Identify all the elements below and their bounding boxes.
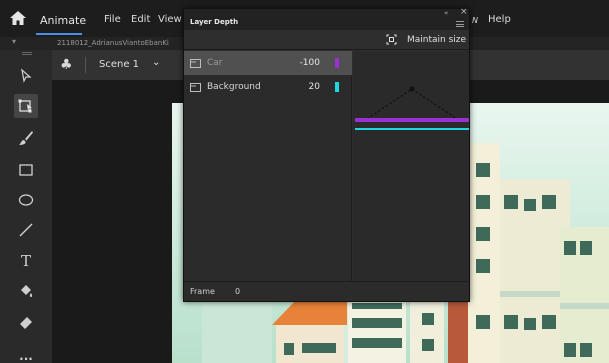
home-icon[interactable] [10,11,26,25]
frame-label: Frame [190,287,215,296]
text-icon[interactable]: T [14,249,38,273]
collapse-icon[interactable]: ▾ [12,37,16,46]
rectangle-icon[interactable] [14,158,38,182]
panel-toolbar: Maintain size [184,30,469,50]
frame-value: 0 [235,287,241,296]
symbol-edit-icon[interactable]: ♣ [60,57,73,73]
menu-view[interactable]: View [158,14,182,25]
brush-icon[interactable] [14,126,38,150]
menu-partial-glyph[interactable]: N [472,16,478,25]
scene-bar-divider [85,57,86,73]
oval-icon[interactable] [14,188,38,212]
chevron-down-icon[interactable]: ⌄ [152,57,160,68]
panel-title-bar[interactable]: Layer Depth « × [184,7,469,30]
layer-row-background[interactable]: Background 20 [184,75,352,99]
app-name[interactable]: Animate [40,14,86,27]
layer-depth-value[interactable]: -100 [284,58,320,68]
layer-color-swatch [335,58,339,68]
panel-title: Layer Depth [190,18,239,26]
layer-list: Car -100 Background 20 [184,51,352,281]
panel-grip-icon[interactable] [22,52,32,55]
more-tools-icon[interactable]: ... [14,344,38,363]
menu-edit[interactable]: Edit [131,14,150,25]
menu-help[interactable]: Help [488,14,511,25]
maintain-size-icon[interactable] [386,34,397,45]
layer-depth-value[interactable]: 20 [284,82,320,92]
layer-name: Background [207,82,261,92]
tools-panel: T ... [0,50,52,363]
selection-arrow-icon[interactable] [14,64,38,88]
close-icon[interactable]: × [460,7,468,17]
depth-graph[interactable] [353,51,469,281]
car-depth-line[interactable] [355,118,469,122]
active-workspace-indicator [36,33,82,35]
document-tab[interactable]: 2118012_AdrianusViantoEbanKi [57,39,169,47]
panel-footer: Frame 0 [184,281,469,301]
eraser-icon[interactable] [14,310,38,334]
layer-row-car[interactable]: Car -100 [184,51,352,75]
layer-color-swatch [335,82,339,92]
layer-name: Car [207,58,223,68]
line-icon[interactable] [14,218,38,242]
maintain-size-button[interactable]: Maintain size [407,35,466,45]
paint-bucket-icon[interactable] [14,280,38,304]
collapse-panel-icon[interactable]: « [444,9,448,17]
layer-depth-panel: Layer Depth « × Maintain size Car -100 B… [183,7,470,302]
free-transform-icon[interactable] [14,94,38,118]
layer-folder-icon [190,83,201,92]
menu-file[interactable]: File [104,14,121,25]
layer-folder-icon [190,59,201,68]
background-depth-line[interactable] [355,128,469,130]
depth-graph-drawing [355,86,469,130]
panel-menu-icon[interactable] [456,21,464,27]
scene-label[interactable]: Scene 1 [99,59,139,70]
